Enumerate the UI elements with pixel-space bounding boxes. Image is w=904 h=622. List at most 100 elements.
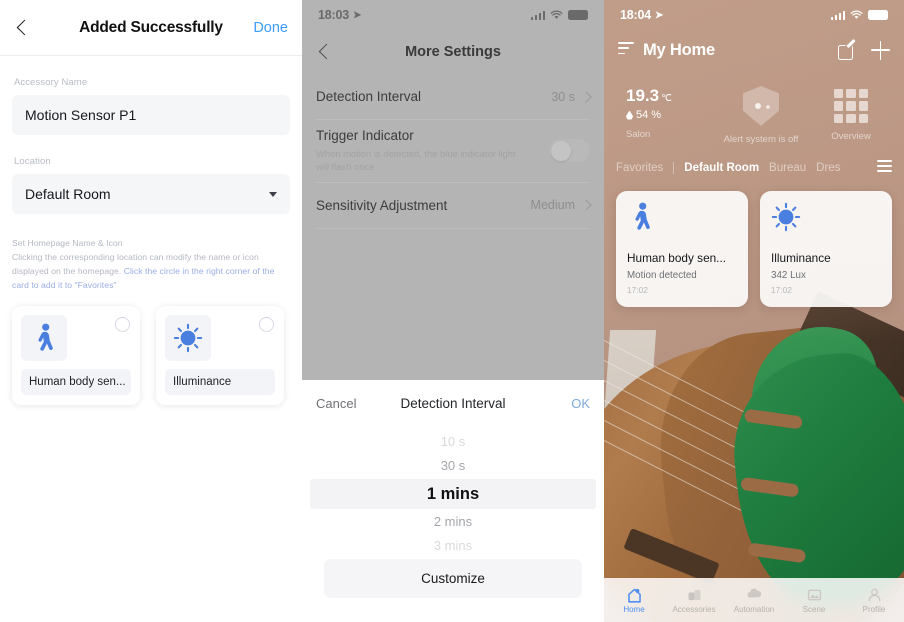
accessory-name-label: Accessory Name — [14, 77, 88, 88]
cellular-signal-icon — [830, 10, 845, 20]
row-text: Trigger Indicator When motion is detecte… — [316, 128, 549, 174]
row-title: Detection Interval — [316, 89, 422, 104]
accessory-card-human-body-sensor[interactable]: Human body sen... — [12, 305, 140, 405]
device-card-title: Illuminance — [771, 251, 831, 266]
picker-option[interactable]: 2 mins — [302, 510, 604, 534]
device-card-human-body-sensor[interactable]: Human body sen... Motion detected 17:02 — [616, 191, 748, 308]
done-button[interactable]: Done — [253, 20, 288, 36]
water-drop-icon — [626, 110, 633, 120]
ok-button[interactable]: OK — [571, 396, 590, 411]
interval-picker-wheel[interactable]: 10 s 30 s 1 mins 2 mins 3 mins — [302, 427, 604, 553]
accessory-card-illuminance[interactable]: Illuminance — [156, 305, 284, 405]
location-label: Location — [14, 156, 51, 167]
picker-option[interactable]: 30 s — [302, 454, 604, 478]
temperature-value: 19.3 ℃ — [626, 86, 716, 106]
alert-system-label: Alert system is off — [723, 134, 799, 145]
location-arrow-icon: ➤ — [352, 9, 362, 21]
status-bar: 18:04 ➤ — [604, 0, 904, 30]
detection-interval-picker-sheet: Cancel Detection Interval OK 10 s 30 s 1… — [302, 380, 604, 622]
overview-widget[interactable]: Overview — [806, 86, 896, 143]
device-card-time: 17:02 — [627, 285, 648, 296]
navigation-bar: Added Successfully Done — [0, 0, 302, 56]
room-tab-dres[interactable]: Dres — [816, 162, 840, 174]
status-bar-indicators — [530, 10, 588, 20]
walking-person-icon — [635, 202, 650, 230]
shield-icon — [743, 86, 779, 126]
sun-brightness-icon — [173, 323, 203, 352]
device-cards: Human body sen... Motion detected 17:02 — [604, 175, 904, 308]
card-icon-tile[interactable] — [165, 314, 211, 361]
chevron-right-icon — [580, 90, 592, 103]
room-tab-bureau[interactable]: Bureau — [769, 162, 806, 174]
device-card-illuminance[interactable]: Illuminance 342 Lux 17:02 — [760, 191, 892, 308]
cancel-button[interactable]: Cancel — [316, 396, 356, 411]
picker-option[interactable]: 3 mins — [302, 534, 604, 558]
location-arrow-icon: ➤ — [654, 9, 664, 21]
trigger-indicator-toggle[interactable] — [549, 139, 590, 163]
homepage-hint: Set Homepage Name & Icon Clicking the co… — [12, 237, 290, 293]
device-card-status: Motion detected — [627, 270, 697, 282]
picker-option[interactable]: 10 s — [302, 430, 604, 454]
sheet-toolbar: Cancel Detection Interval OK — [302, 380, 604, 427]
row-value: 30 s — [551, 89, 575, 104]
location-select[interactable]: Default Room — [12, 174, 290, 214]
device-card-status: 342 Lux — [771, 270, 806, 282]
card-name-input[interactable]: Human body sen... — [21, 368, 131, 395]
status-bar: 18:03 ➤ — [302, 0, 604, 30]
row-text: Detection Interval — [316, 89, 551, 104]
list-menu-icon[interactable] — [877, 160, 892, 175]
card-icon-tile[interactable] — [21, 314, 67, 361]
cellular-signal-icon — [530, 10, 545, 20]
caret-down-icon — [269, 191, 277, 197]
room-tab-favorites[interactable]: Favorites — [616, 162, 663, 174]
hamburger-icon[interactable] — [618, 42, 634, 58]
battery-icon — [568, 10, 588, 20]
home-header: My Home — [604, 30, 904, 70]
settings-row-detection-interval[interactable]: Detection Interval 30 s — [316, 74, 592, 120]
weather-widget[interactable]: 19.3 ℃ 54 % Salon — [612, 86, 716, 141]
status-bar-indicators — [830, 10, 888, 20]
battery-icon — [868, 10, 888, 20]
device-card-title: Human body sen... — [627, 251, 727, 266]
home-title: My Home — [643, 40, 715, 59]
row-value: Medium — [530, 198, 575, 213]
favorite-toggle-circle[interactable] — [259, 316, 274, 332]
row-title: Sensitivity Adjustment — [316, 197, 448, 213]
room-tab-default-room[interactable]: Default Room — [684, 162, 759, 174]
three-screenshot-strip: Added Successfully Done Accessory Name M… — [0, 0, 904, 622]
customize-button[interactable]: Customize — [324, 559, 582, 598]
row-title: Trigger Indicator — [316, 128, 414, 143]
plus-icon[interactable] — [871, 40, 890, 60]
wifi-icon — [550, 10, 563, 19]
edit-pencil-icon[interactable] — [838, 42, 855, 60]
accessory-name-input[interactable]: Motion Sensor P1 — [12, 95, 290, 135]
hint-title: Set Homepage Name & Icon — [12, 238, 123, 248]
grid-icon — [834, 89, 868, 123]
status-bar-time: 18:03 — [318, 8, 349, 22]
card-name-input[interactable]: Illuminance — [165, 368, 275, 395]
favorite-toggle-circle[interactable] — [115, 316, 130, 332]
temperature-number: 19.3 — [626, 86, 660, 105]
settings-row-sensitivity-adjustment[interactable]: Sensitivity Adjustment Medium — [316, 183, 592, 229]
settings-list: Detection Interval 30 s Trigger Indicato… — [302, 74, 604, 229]
status-bar-time: 18:04 — [620, 8, 651, 22]
header-actions — [838, 40, 890, 60]
row-text: Sensitivity Adjustment — [316, 198, 531, 213]
home-summary: 19.3 ℃ 54 % Salon Alert system is off Ov… — [604, 70, 904, 146]
navigation-bar: More Settings — [302, 30, 604, 74]
row-subtitle: When motion is detected, the blue indica… — [316, 148, 516, 173]
toggle-knob — [550, 140, 571, 161]
settings-row-trigger-indicator[interactable]: Trigger Indicator When motion is detecte… — [316, 120, 590, 183]
tab-divider — [673, 161, 675, 174]
room-tabs: Favorites Default Room Bureau Dres — [604, 160, 904, 175]
page-title: More Settings — [405, 44, 501, 60]
alert-system-widget[interactable]: Alert system is off — [716, 86, 806, 146]
walking-person-icon — [38, 323, 53, 351]
location-value: Default Room — [25, 186, 111, 202]
screen-more-settings: 18:03 ➤ More Settings Detection Interval… — [302, 0, 604, 622]
temperature-unit: ℃ — [661, 93, 672, 104]
picker-option-selected[interactable]: 1 mins — [310, 479, 596, 509]
screen-added-successfully: Added Successfully Done Accessory Name M… — [0, 0, 302, 622]
home-foreground: 18:04 ➤ My Home 19.3 ℃ 54 % Salon Alert … — [604, 0, 904, 622]
chevron-left-icon[interactable] — [14, 18, 34, 38]
